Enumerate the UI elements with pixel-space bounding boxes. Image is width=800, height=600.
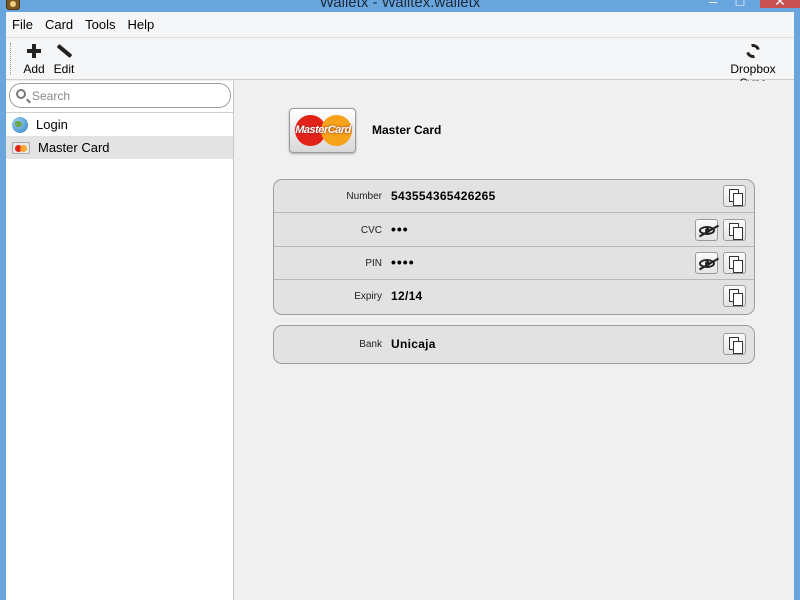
add-button[interactable]: Add [22,42,46,76]
menu-card[interactable]: Card [45,17,73,32]
menu-help[interactable]: Help [128,17,155,32]
copy-number-button[interactable] [723,185,746,207]
field-value-pin: •••• [391,254,415,270]
search-box[interactable] [9,83,231,108]
eye-hidden-icon [699,259,715,268]
sidebar-item-label: Login [36,117,68,132]
menu-bar: File Card Tools Help [6,12,794,38]
menu-file[interactable]: File [12,17,33,32]
eye-hidden-icon [699,226,715,235]
field-value-number: 543554365426265 [391,189,496,203]
window-frame-right [794,12,800,600]
window-title: Walletx - Walltex.walletx [319,0,481,11]
field-row-number: Number 543554365426265 [274,180,754,213]
copy-bank-button[interactable] [723,333,746,355]
field-row-cvc: CVC ••• [274,214,754,247]
field-value-bank: Unicaja [391,337,436,351]
copy-cvc-button[interactable] [723,219,746,241]
field-row-expiry: Expiry 12/14 [274,280,754,313]
search-input[interactable] [32,87,222,104]
toolbar-grip[interactable] [10,43,13,75]
copy-icon [729,256,743,273]
menu-tools[interactable]: Tools [85,17,115,32]
edit-label: Edit [53,62,75,76]
copy-pin-button[interactable] [723,252,746,274]
copy-icon [729,337,743,354]
card-title: Master Card [372,123,442,137]
reveal-pin-button[interactable] [695,252,718,274]
toolbar: Add Edit Dropbox Sync [6,38,794,90]
extra-fields-group: Bank Unicaja [273,325,755,364]
copy-icon [729,223,743,240]
field-value-expiry: 12/14 [391,289,423,303]
copy-expiry-button[interactable] [723,285,746,307]
minimize-button[interactable]: – [706,0,720,8]
copy-icon [729,289,743,306]
sidebar-item-label: Master Card [38,140,110,155]
field-label: Number [346,191,382,202]
mastercard-logo: MasterCard [289,108,356,153]
sidebar-item-login[interactable]: Login [6,113,233,136]
field-row-bank: Bank Unicaja [274,328,754,361]
logo-text: MasterCard [295,124,351,136]
sync-icon [743,41,763,61]
plus-icon [25,42,43,60]
mastercard-icon [12,141,30,154]
search-icon [16,89,26,99]
field-label: Bank [359,339,382,350]
add-label: Add [23,62,45,76]
field-value-cvc: ••• [391,221,409,237]
field-row-pin: PIN •••• [274,247,754,280]
sidebar: Login Master Card [6,81,234,600]
card-detail-panel: MasterCard Master Card Number 5435543654… [235,81,794,600]
reveal-cvc-button[interactable] [695,219,718,241]
field-label: CVC [360,225,382,236]
field-label: PIN [365,258,382,269]
copy-icon [729,189,743,206]
card-fields-group: Number 543554365426265 CVC ••• PIN •••• … [273,179,755,315]
maximize-button[interactable]: □ [733,0,747,8]
close-button[interactable]: ✕ [760,0,800,8]
field-label: Expiry [354,291,382,302]
edit-button[interactable]: Edit [52,42,76,76]
globe-icon [12,116,28,133]
pencil-icon [55,42,73,60]
sidebar-item-master-card[interactable]: Master Card [6,136,233,159]
title-bar: Walletx - Walltex.walletx – □ ✕ [0,0,800,12]
